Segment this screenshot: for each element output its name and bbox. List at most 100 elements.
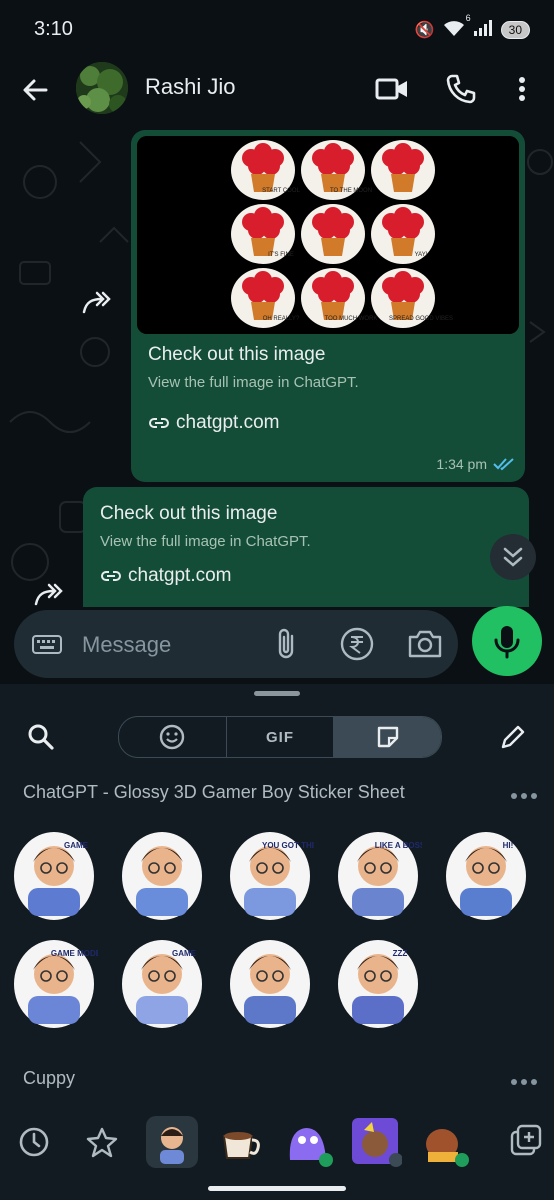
link-preview-title-2: Check out this image: [100, 503, 278, 524]
gamer-boy-sticker: HI!: [446, 832, 526, 920]
gesture-nav-bar[interactable]: [208, 1186, 346, 1191]
overflow-menu-button[interactable]: [510, 72, 534, 106]
link-preview-url[interactable]: chatgpt.com: [148, 412, 280, 434]
message-composer: [14, 610, 458, 678]
payment-button[interactable]: [339, 626, 375, 662]
smiley-icon: [160, 724, 185, 750]
sticker-caption: GAME: [172, 949, 197, 958]
cup-sticker-thumb: [222, 1132, 260, 1159]
contact-avatar[interactable]: [76, 62, 128, 114]
gamer-boy-sticker-thumb: [160, 1127, 184, 1164]
sticker-pack-title-2: Cuppy: [23, 1068, 76, 1088]
panel-drag-handle[interactable]: [254, 691, 300, 696]
sticker-pack-title: ChatGPT - Glossy 3D Gamer Boy Sticker Sh…: [23, 782, 405, 802]
sticker-search-button[interactable]: [26, 722, 56, 752]
contact-name[interactable]: Rashi Jio: [145, 74, 235, 100]
clock-icon: [19, 1127, 49, 1157]
video-call-button[interactable]: [374, 72, 410, 106]
link-icon: [101, 571, 121, 581]
more-horizontal-icon: [511, 793, 537, 799]
sticker-caption: GAME: [64, 841, 89, 850]
flower-sticker: IT'S FINE: [231, 204, 295, 264]
voice-message-button[interactable]: [472, 606, 542, 676]
back-button[interactable]: [20, 74, 52, 106]
message-bubble-outgoing-2[interactable]: Check out this image View the full image…: [83, 487, 529, 607]
keyboard-icon: [32, 635, 62, 654]
sticker-item[interactable]: LIKE A BOSS: [334, 826, 426, 922]
attach-button[interactable]: [272, 626, 302, 662]
battery-indicator: 30: [500, 21, 530, 39]
sticker-item[interactable]: [226, 934, 314, 1030]
chat-conversation[interactable]: START COOL TO THE MOON IT'S FINE YAY! OH REA…: [0, 122, 554, 607]
link-preview-subtitle: View the full image in ChatGPT.: [148, 374, 359, 391]
message-bubble-outgoing[interactable]: START COOL TO THE MOON IT'S FINE YAY! OH REA…: [131, 130, 525, 482]
message-image-preview[interactable]: START COOL TO THE MOON IT'S FINE YAY! OH REA…: [137, 136, 519, 334]
forward-icon: [82, 291, 111, 314]
sticker-item[interactable]: GAME: [10, 826, 98, 922]
sticker-item[interactable]: GAME MODE: [10, 934, 102, 1030]
gamer-boy-sticker: GAME MODE: [14, 940, 102, 1028]
more-vertical-icon: [519, 77, 525, 101]
sticker-item[interactable]: YOU GOT THIS!: [226, 826, 322, 922]
sticker-item[interactable]: HI!: [442, 826, 530, 922]
create-sticker-button[interactable]: [498, 722, 528, 752]
sticker-store-icon: [510, 1124, 542, 1156]
pack-options-button[interactable]: [510, 788, 538, 799]
add-sticker-pack-button[interactable]: [500, 1116, 552, 1168]
link-url-text-2: chatgpt.com: [128, 565, 232, 586]
mute-icon: 🔇: [414, 22, 435, 39]
pack-tab-bear-party[interactable]: [350, 1116, 403, 1168]
camera-button[interactable]: [406, 626, 444, 662]
wifi-badge: 6: [465, 12, 471, 23]
pack-tab-cuppy[interactable]: [214, 1116, 266, 1168]
scroll-to-bottom-button[interactable]: [490, 534, 536, 580]
recent-stickers-button[interactable]: [8, 1116, 60, 1168]
chat-header: Rashi Jio: [0, 60, 554, 122]
link-icon: [149, 418, 169, 428]
message-input[interactable]: [80, 624, 284, 666]
tab-emoji[interactable]: [119, 717, 227, 757]
sticker-item[interactable]: ZZZ: [334, 934, 422, 1030]
forward-button-2[interactable]: [32, 582, 66, 607]
sticker-caption: YOU GOT THIS!: [262, 841, 314, 850]
bear-sticker-thumb: [352, 1118, 403, 1167]
message-meta: 1:34 pm: [436, 456, 515, 472]
search-icon: [28, 724, 54, 750]
pack-tab-purple-monster[interactable]: [282, 1116, 334, 1168]
gamer-boy-sticker: GAME: [122, 940, 202, 1028]
flower-sticker-caption: TOO MUCH WORK: [325, 316, 378, 322]
sticker-item[interactable]: [118, 826, 206, 922]
more-horizontal-icon: [511, 1079, 537, 1085]
sticker-icon: [377, 726, 398, 748]
status-bar: 3:10 🔇 6 30: [0, 0, 554, 60]
gamer-boy-sticker: [122, 832, 202, 920]
message-time: 1:34 pm: [436, 456, 487, 472]
pack-tab-gamer-boy[interactable]: [146, 1116, 198, 1168]
pack-options-button-2[interactable]: [510, 1074, 538, 1085]
forward-button[interactable]: [80, 290, 114, 316]
sticker-item[interactable]: GAME: [118, 934, 206, 1030]
voice-call-button[interactable]: [444, 72, 478, 106]
flower-sticker-caption: IT'S FINE: [268, 252, 294, 258]
gamer-boy-sticker: YOU GOT THIS!: [230, 832, 322, 920]
microphone-icon: [494, 626, 520, 659]
wifi-icon: 6: [443, 13, 471, 42]
tab-stickers[interactable]: [334, 717, 441, 757]
sticker-caption: ZZZ: [393, 949, 408, 958]
star-icon: [86, 1127, 118, 1158]
keyboard-toggle-button[interactable]: [32, 629, 62, 659]
flower-sticker-caption: YAY!: [415, 252, 428, 258]
flower-sticker-caption: START COOL: [262, 188, 300, 194]
arrow-left-icon: [23, 79, 48, 101]
gamer-boy-sticker: GAME: [14, 832, 94, 920]
favorite-stickers-button[interactable]: [76, 1116, 128, 1168]
pack-tab-beaver[interactable]: [418, 1116, 470, 1168]
link-preview-url-2[interactable]: chatgpt.com: [100, 565, 232, 587]
camera-icon: [408, 630, 442, 658]
tab-gif[interactable]: GIF: [227, 717, 335, 757]
flower-sticker-caption: SPREAD GOOD VIBES: [389, 316, 453, 322]
monster-sticker-thumb: [289, 1128, 333, 1167]
sticker-panel: GIF ChatGPT - Glossy 3D Gamer Boy Sticke…: [0, 684, 554, 1200]
flower-sticker: YAY!: [371, 204, 435, 264]
double-chevron-down-icon: [503, 547, 523, 567]
